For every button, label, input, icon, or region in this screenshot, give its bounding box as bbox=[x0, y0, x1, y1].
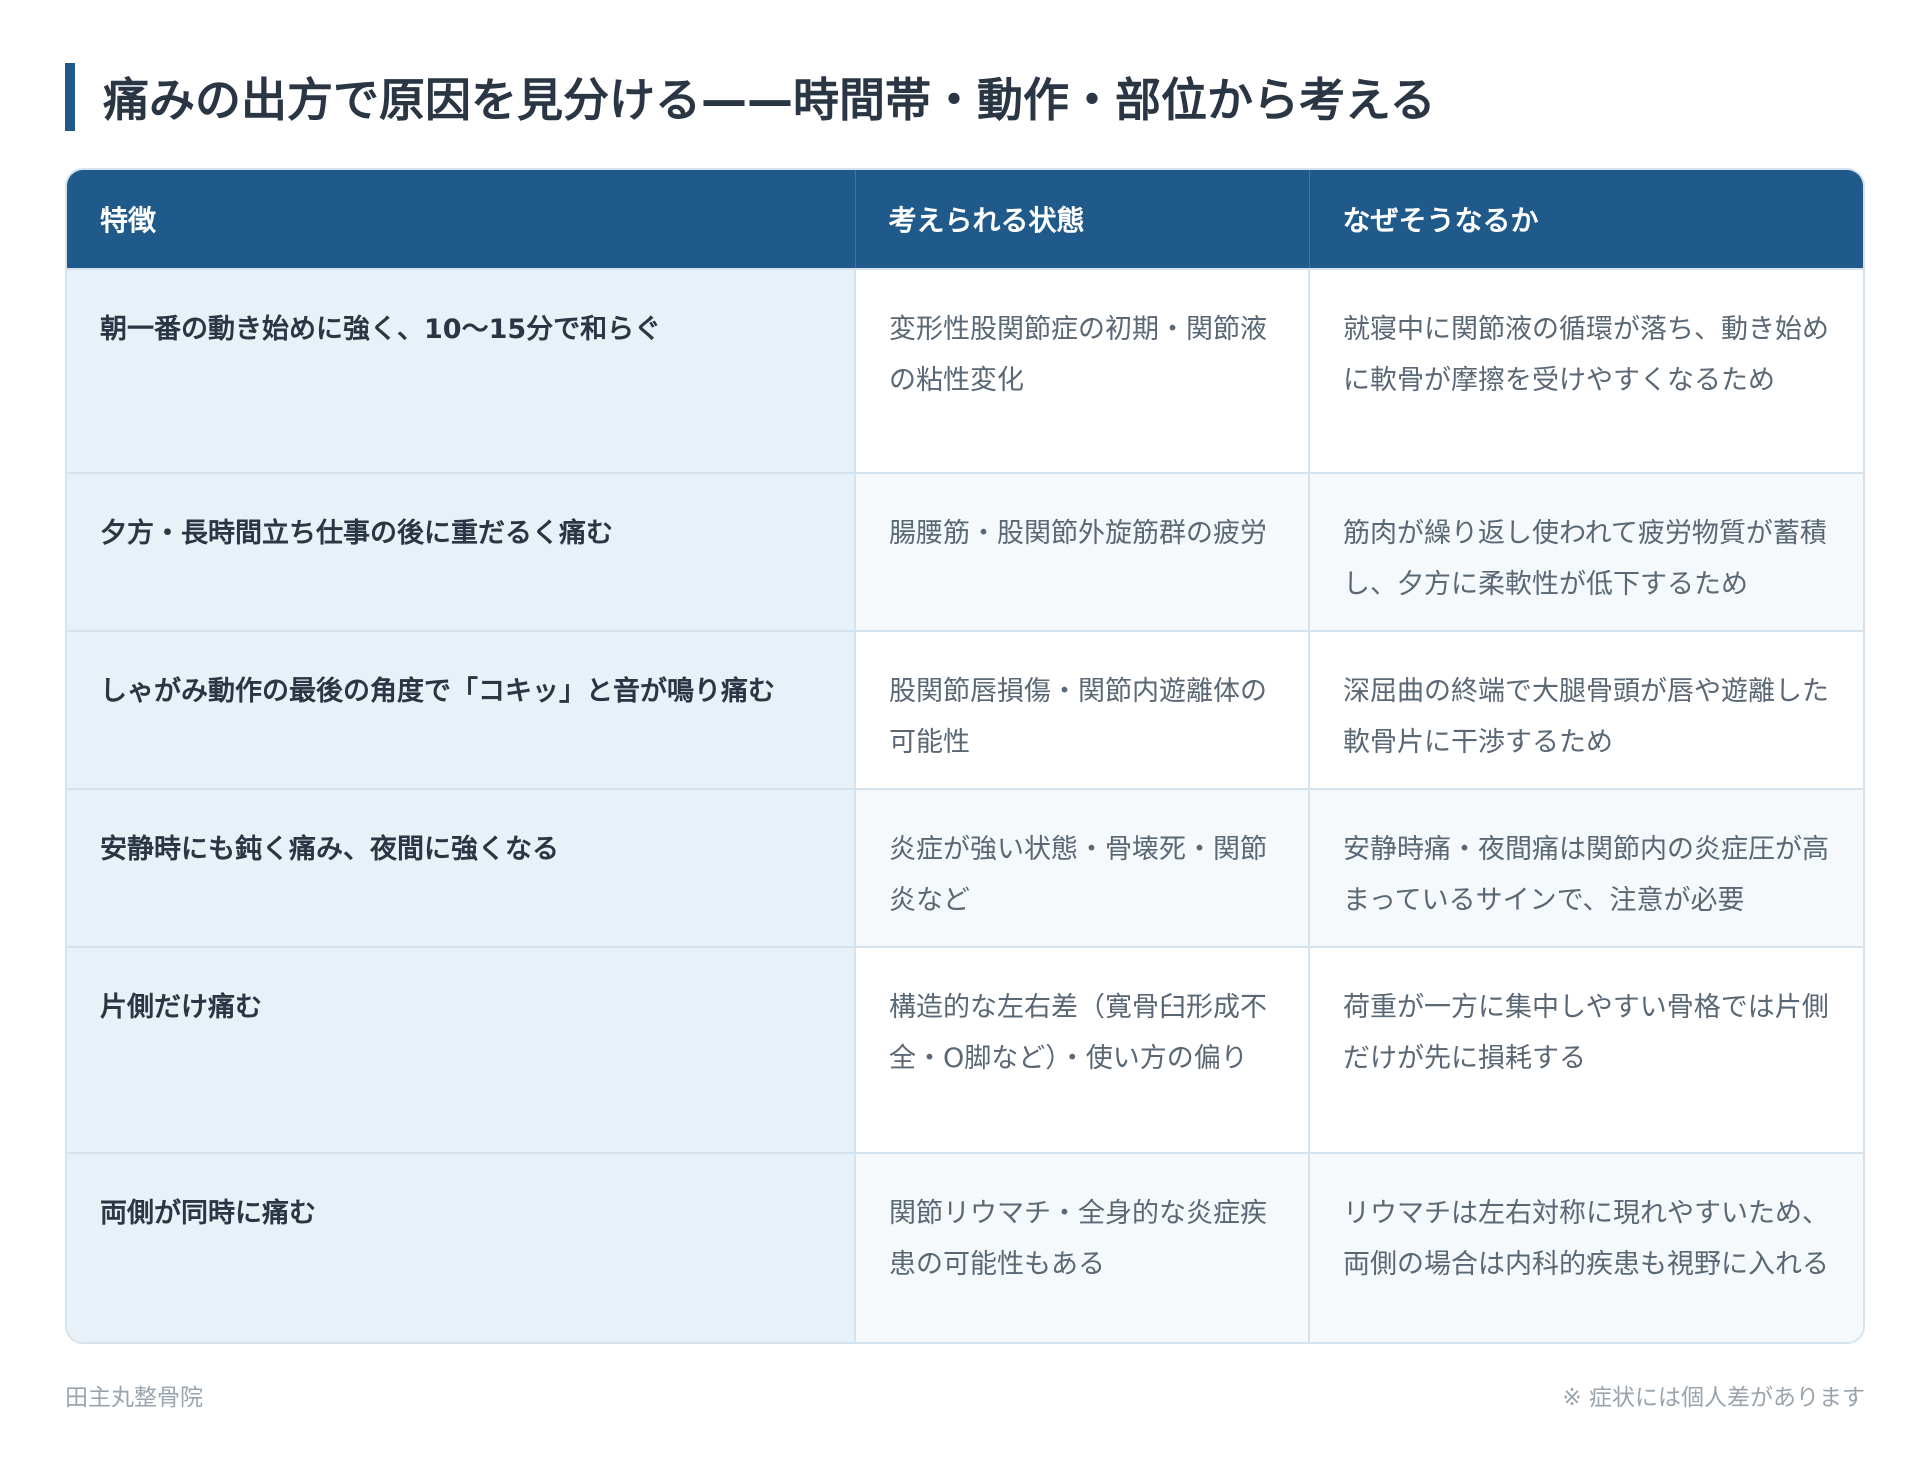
condition-cell: 構造的な左右差（寛骨臼形成不全・O脚など）・使い方の偏り bbox=[854, 946, 1309, 1153]
column-header-feature: 特徴 bbox=[67, 170, 855, 269]
feature-cell: 安静時にも鈍く痛み、夜間に強くなる bbox=[67, 788, 855, 947]
page-header: 痛みの出方で原因を見分ける——時間帯・動作・部位から考える bbox=[65, 62, 1436, 132]
feature-cell: 両側が同時に痛む bbox=[67, 1152, 855, 1342]
reason-cell: 筋肉が繰り返し使われて疲労物質が蓄積し、夕方に柔軟性が低下するため bbox=[1308, 472, 1863, 631]
feature-cell: 片側だけ痛む bbox=[67, 946, 855, 1153]
feature-cell: 朝一番の動き始めに強く、10〜15分で和らぐ bbox=[67, 268, 855, 473]
reason-cell: 安静時痛・夜間痛は関節内の炎症圧が高まっているサインで、注意が必要 bbox=[1308, 788, 1863, 947]
condition-cell: 股関節唇損傷・関節内遊離体の可能性 bbox=[854, 630, 1309, 789]
table-row: 両側が同時に痛む 関節リウマチ・全身的な炎症疾患の可能性もある リウマチは左右対… bbox=[67, 1152, 1863, 1342]
clinic-name: 田主丸整骨院 bbox=[65, 1385, 203, 1411]
disclaimer-note: ※ 症状には個人差があります bbox=[1562, 1385, 1865, 1411]
table-row: 朝一番の動き始めに強く、10〜15分で和らぐ 変形性股関節症の初期・関節液の粘性… bbox=[67, 268, 1863, 473]
table-row: 安静時にも鈍く痛み、夜間に強くなる 炎症が強い状態・骨壊死・関節炎など 安静時痛… bbox=[67, 788, 1863, 947]
condition-cell: 関節リウマチ・全身的な炎症疾患の可能性もある bbox=[854, 1152, 1309, 1342]
table-row: 片側だけ痛む 構造的な左右差（寛骨臼形成不全・O脚など）・使い方の偏り 荷重が一… bbox=[67, 946, 1863, 1153]
reason-cell: 荷重が一方に集中しやすい骨格では片側だけが先に損耗する bbox=[1308, 946, 1863, 1153]
reason-cell: 就寝中に関節液の循環が落ち、動き始めに軟骨が摩擦を受けやすくなるため bbox=[1308, 268, 1863, 473]
reason-cell: 深屈曲の終端で大腿骨頭が唇や遊離した軟骨片に干渉するため bbox=[1308, 630, 1863, 789]
reason-cell: リウマチは左右対称に現れやすいため、両側の場合は内科的疾患も視野に入れる bbox=[1308, 1152, 1863, 1342]
column-header-condition: 考えられる状態 bbox=[854, 170, 1309, 269]
page-title: 痛みの出方で原因を見分ける——時間帯・動作・部位から考える bbox=[103, 73, 1436, 127]
table-header-row: 特徴 考えられる状態 なぜそうなるか bbox=[67, 170, 1863, 269]
feature-cell: しゃがみ動作の最後の角度で「コキッ」と音が鳴り痛む bbox=[67, 630, 855, 789]
condition-cell: 変形性股関節症の初期・関節液の粘性変化 bbox=[854, 268, 1309, 473]
condition-cell: 炎症が強い状態・骨壊死・関節炎など bbox=[854, 788, 1309, 947]
condition-cell: 腸腰筋・股関節外旋筋群の疲労 bbox=[854, 472, 1309, 631]
title-accent-bar bbox=[65, 63, 75, 131]
symptom-table: 特徴 考えられる状態 なぜそうなるか 朝一番の動き始めに強く、10〜15分で和ら… bbox=[65, 168, 1865, 1344]
column-header-reason: なぜそうなるか bbox=[1308, 170, 1863, 269]
symptom-table-grid: 特徴 考えられる状態 なぜそうなるか 朝一番の動き始めに強く、10〜15分で和ら… bbox=[67, 170, 1863, 1342]
table-row: しゃがみ動作の最後の角度で「コキッ」と音が鳴り痛む 股関節唇損傷・関節内遊離体の… bbox=[67, 630, 1863, 789]
feature-cell: 夕方・長時間立ち仕事の後に重だるく痛む bbox=[67, 472, 855, 631]
table-row: 夕方・長時間立ち仕事の後に重だるく痛む 腸腰筋・股関節外旋筋群の疲労 筋肉が繰り… bbox=[67, 472, 1863, 631]
